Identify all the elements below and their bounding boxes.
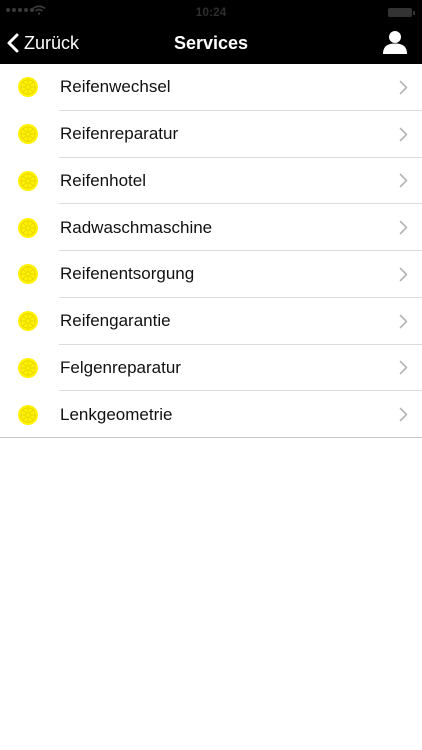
list-item-label: Radwaschmaschine — [60, 217, 213, 237]
list-item-label: Reifenwechsel — [60, 77, 171, 97]
chevron-right-icon — [399, 127, 408, 141]
chevron-right-icon — [399, 220, 408, 235]
wheel-icon — [18, 404, 38, 425]
person-icon[interactable] — [382, 29, 408, 55]
list-item-reifengarantie[interactable]: Reifengarantie — [0, 298, 422, 345]
list-item-reifenreparatur[interactable]: Reifenreparatur — [0, 111, 422, 158]
wheel-icon — [18, 124, 38, 145]
wheel-icon — [18, 77, 38, 98]
wheel-icon — [18, 357, 38, 378]
top-bar: 10:24 Zurück Services — [0, 0, 422, 64]
list-item-label: Reifenentsorgung — [60, 264, 195, 284]
chevron-left-icon — [7, 33, 19, 53]
list-item-label: Reifenreparatur — [60, 124, 179, 144]
list-item-reifenentsorgung[interactable]: Reifenentsorgung — [0, 251, 422, 298]
list-item-label: Felgenreparatur — [60, 357, 181, 377]
list-item-reifenwechsel[interactable]: Reifenwechsel — [0, 64, 422, 111]
services-screen: 10:24 Zurück Services Reifenwechsel Reif… — [0, 0, 422, 750]
battery-icon — [388, 8, 415, 17]
wheel-icon — [18, 217, 38, 238]
list-item-lenkgeometrie[interactable]: Lenkgeometrie — [0, 391, 422, 438]
chevron-right-icon — [399, 407, 408, 422]
back-button[interactable]: Zurück — [6, 22, 79, 64]
chevron-right-icon — [399, 80, 408, 95]
wheel-icon — [18, 170, 38, 191]
status-bar: 10:24 — [0, 0, 422, 22]
list-item-label: Reifengarantie — [60, 311, 171, 331]
services-list: Reifenwechsel Reifenreparatur Reifenhote… — [0, 64, 422, 438]
chevron-right-icon — [399, 174, 408, 188]
wheel-icon — [18, 264, 38, 285]
list-item-label: Lenkgeometrie — [60, 404, 173, 424]
navigation-bar: Zurück Services — [0, 22, 422, 64]
chevron-right-icon — [399, 267, 408, 282]
list-item-felgenreparatur[interactable]: Felgenreparatur — [0, 345, 422, 392]
back-label: Zurück — [24, 32, 80, 53]
list-item-radwaschmaschine[interactable]: Radwaschmaschine — [0, 204, 422, 251]
status-time: 10:24 — [195, 5, 227, 19]
list-item-reifenhotel[interactable]: Reifenhotel — [0, 158, 422, 205]
wheel-icon — [18, 311, 38, 332]
chevron-right-icon — [399, 361, 408, 375]
list-item-label: Reifenhotel — [60, 170, 147, 190]
chevron-right-icon — [399, 314, 408, 328]
